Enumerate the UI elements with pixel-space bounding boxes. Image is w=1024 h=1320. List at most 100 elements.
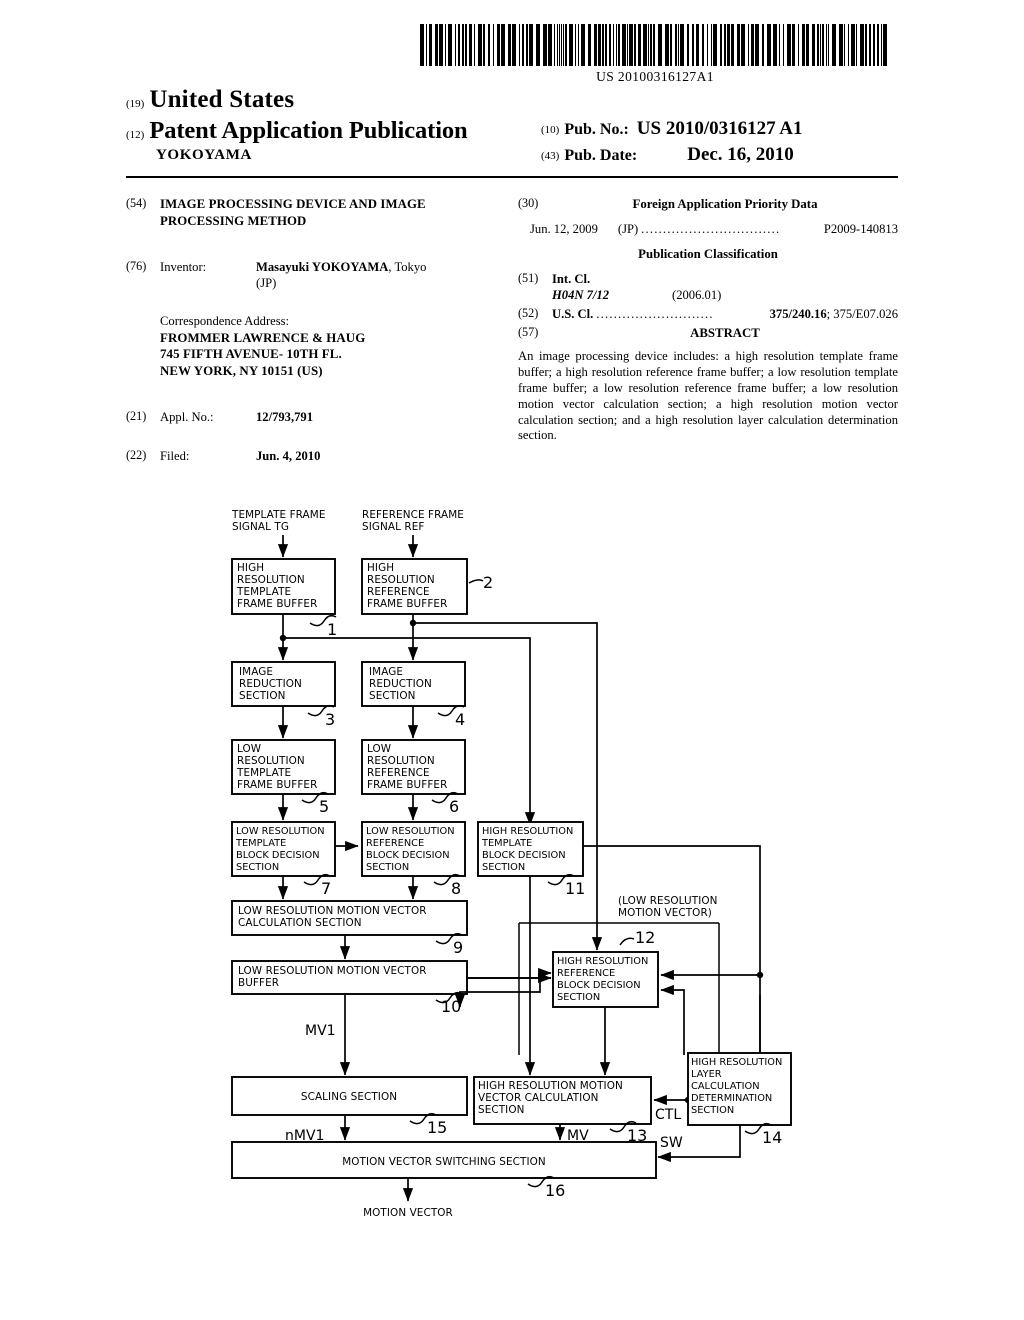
block-7-line-3: SECTION: [236, 862, 279, 873]
appl-no-value: 12/793,791: [256, 410, 314, 425]
block-11-line-1: TEMPLATE: [481, 838, 532, 849]
block-4-ref: 4: [455, 710, 465, 729]
block-12-line-2: BLOCK DECISION: [557, 980, 641, 991]
inid-12: (12): [126, 129, 145, 141]
input-label-reference: REFERENCE FRAME SIGNAL REF: [362, 509, 464, 533]
signal-label-mv1: MV1: [305, 1023, 336, 1039]
block-2-line-3: FRAME BUFFER: [367, 598, 447, 610]
block-10-ref: 10: [441, 997, 461, 1016]
inventor-country: (JP): [256, 276, 277, 291]
block-1-line-3: FRAME BUFFER: [237, 598, 317, 610]
inid-21: (21): [126, 409, 147, 424]
figure-svg: TEMPLATE FRAME SIGNAL TG REFERENCE FRAME…: [231, 509, 792, 1219]
block-14-line-2: CALCULATION: [691, 1081, 760, 1092]
block-3-line-2: SECTION: [239, 690, 285, 702]
block-8-line-3: SECTION: [366, 862, 409, 873]
priority-dots: ................................: [641, 222, 781, 237]
block-1-line-2: TEMPLATE: [236, 586, 291, 598]
bibliographic-right-column: (30) Foreign Application Priority Data J…: [518, 196, 898, 444]
bibliographic-left-column: (54) IMAGE PROCESSING DEVICE AND IMAGE P…: [126, 196, 506, 467]
applicant-row: YOKOYAMA: [126, 147, 541, 164]
block-8-ref: 8: [451, 879, 461, 898]
block-11-line-2: BLOCK DECISION: [482, 850, 566, 861]
block-14-line-4: SECTION: [691, 1105, 734, 1116]
block-6-line-3: FRAME BUFFER: [367, 779, 447, 791]
abstract-text: An image processing device includes: a h…: [518, 348, 898, 443]
inventor-label: Inventor:: [160, 260, 207, 275]
masthead: (19) United States (12) Patent Applicati…: [126, 86, 898, 165]
masthead-left: (19) United States (12) Patent Applicati…: [126, 86, 541, 164]
block-2-ref: 2: [483, 573, 493, 592]
block-8-line-2: BLOCK DECISION: [366, 850, 450, 861]
block-5-ref: 5: [319, 797, 329, 816]
input-label-reference-line-0: REFERENCE FRAME: [362, 509, 464, 521]
block-7-line-1: TEMPLATE: [235, 838, 286, 849]
block-9-line-1: CALCULATION SECTION: [238, 917, 362, 929]
inid-51: (51): [518, 270, 539, 285]
block-4-line-0: IMAGE: [369, 666, 403, 678]
block-16-ref: 16: [545, 1181, 565, 1200]
output-label: MOTION VECTOR: [363, 1207, 453, 1219]
field-int-cl: (51) Int. Cl. H04N 7/12 (2006.01): [518, 271, 898, 303]
field-correspondence: Correspondence Address: FROMMER LAWRENCE…: [126, 313, 506, 379]
block-2-line-1: RESOLUTION: [367, 574, 435, 586]
input-label-reference-line-1: SIGNAL REF: [362, 521, 424, 533]
block-13-line-0: HIGH RESOLUTION MOTION: [478, 1080, 623, 1092]
leader-2: [468, 579, 484, 584]
inventor-name: Masayuki YOKOYAMA: [256, 260, 389, 275]
block-11-line-3: SECTION: [482, 862, 525, 873]
int-cl-label: Int. Cl.: [552, 271, 591, 286]
field-us-cl: (52) U.S. Cl. ..........................…: [518, 306, 898, 322]
block-6-ref: 6: [449, 797, 459, 816]
block-12-line-0: HIGH RESOLUTION: [557, 956, 648, 967]
block-1-ref: 1: [327, 620, 337, 639]
address-line-3: NEW YORK, NY 10151 (US): [160, 363, 323, 378]
block-3-line-0: IMAGE: [239, 666, 273, 678]
address-line-2: 745 FIFTH AVENUE- 10TH FL.: [160, 347, 342, 362]
block-12-line-3: SECTION: [557, 992, 600, 1003]
country-row: (19) United States: [126, 86, 541, 114]
barcode-number: US 20100316127A1: [596, 69, 714, 84]
input-label-template-line-0: TEMPLATE FRAME: [231, 509, 326, 521]
block-9-ref: 9: [453, 938, 463, 957]
pub-no-row: (10) Pub. No.: US 2010/0316127 A1: [541, 118, 901, 140]
int-cl-code: H04N 7/12: [552, 287, 610, 302]
field-inventor: (76) Inventor: Masayuki YOKOYAMA, Tokyo (…: [126, 259, 506, 291]
correspondence-label: Correspondence Address:: [160, 314, 290, 329]
barcode-area: US 20100316127A1: [420, 24, 890, 85]
block-6-line-2: REFERENCE: [367, 767, 430, 779]
appl-no-label: Appl. No.:: [160, 410, 214, 425]
block-2-line-0: HIGH: [367, 562, 394, 574]
filed-body: Filed: Jun. 4, 2010: [160, 448, 506, 464]
block-14-ref: 14: [762, 1128, 782, 1147]
field-appl-no: (21) Appl. No.: 12/793,791: [126, 409, 506, 425]
int-cl-body: Int. Cl. H04N 7/12 (2006.01): [552, 271, 898, 303]
block-14-line-3: DETERMINATION: [691, 1093, 772, 1104]
field-foreign-priority-heading: (30) Foreign Application Priority Data: [518, 196, 898, 212]
block-14-line-1: LAYER: [691, 1069, 722, 1080]
inid-57: (57): [518, 325, 539, 340]
inid-10: (10): [541, 124, 560, 136]
masthead-right: (10) Pub. No.: US 2010/0316127 A1 (43) P…: [541, 118, 901, 170]
priority-date: Jun. 12, 2009: [530, 222, 598, 237]
inventor-city: , Tokyo: [388, 260, 427, 275]
patent-figure: TEMPLATE FRAME SIGNAL TG REFERENCE FRAME…: [0, 495, 1024, 1235]
block-16-line-0: MOTION VECTOR SWITCHING SECTION: [342, 1156, 546, 1168]
block-10-line-1: BUFFER: [238, 977, 279, 989]
priority-number: P2009-140813: [823, 222, 898, 237]
block-6-line-0: LOW: [367, 743, 391, 755]
block-13-line-1: VECTOR CALCULATION: [478, 1092, 598, 1104]
pub-no-label: Pub. No.:: [564, 121, 629, 138]
field-filed: (22) Filed: Jun. 4, 2010: [126, 448, 506, 464]
block-11-ref: 11: [565, 879, 585, 898]
block-1-line-1: RESOLUTION: [237, 574, 305, 586]
pub-date-label: Pub. Date:: [564, 147, 638, 164]
correspondence-body: Correspondence Address: FROMMER LAWRENCE…: [160, 313, 506, 379]
int-cl-version: (2006.01): [672, 287, 722, 302]
block-8-line-0: LOW RESOLUTION: [366, 826, 455, 837]
block-5-line-1: RESOLUTION: [237, 755, 305, 767]
block-8-line-1: REFERENCE: [366, 838, 424, 849]
pub-no-value: US 2010/0316127 A1: [636, 118, 803, 139]
pub-date-row: (43) Pub. Date: Dec. 16, 2010: [541, 144, 901, 166]
inid-54: (54): [126, 196, 147, 210]
